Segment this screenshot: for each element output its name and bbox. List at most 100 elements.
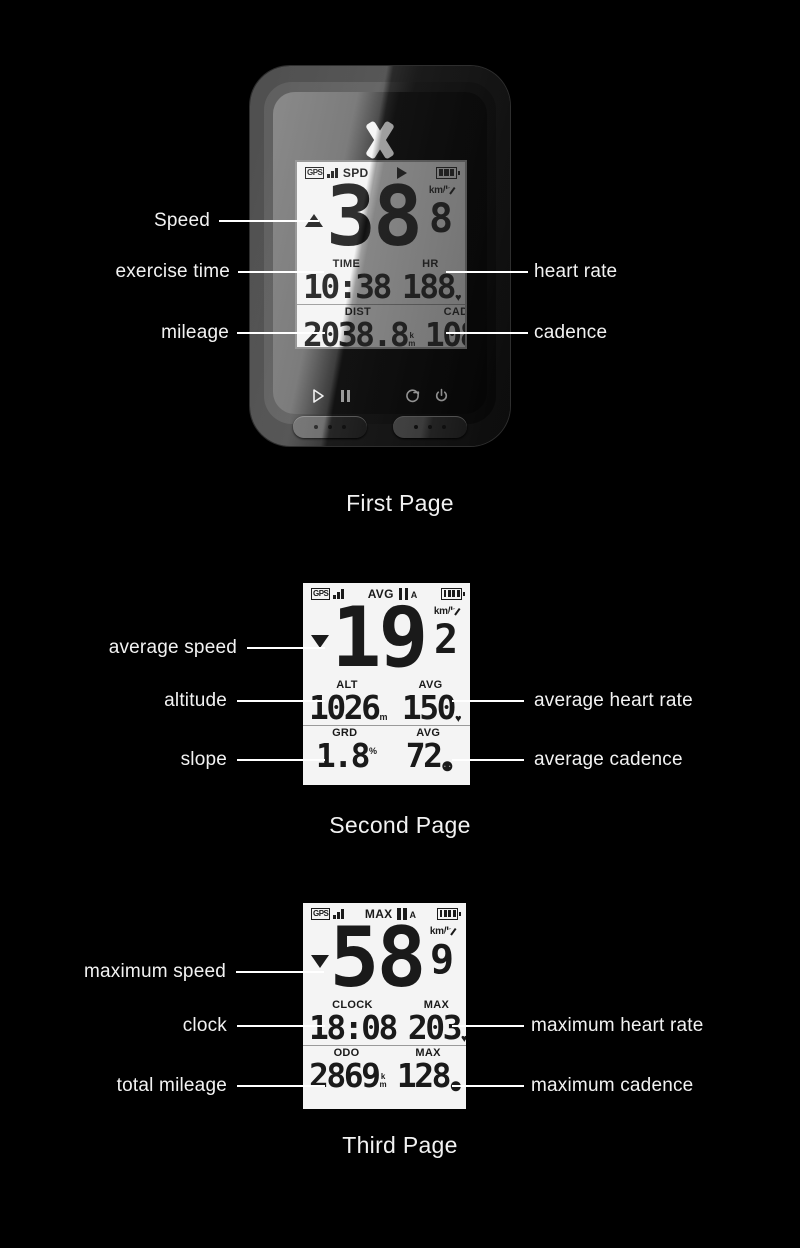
lcd-screen-third: GPS MAX A 58 km/h 9 CLOCK 18:08 MAX 203 … bbox=[303, 903, 466, 1109]
leader-line-mileage bbox=[237, 332, 325, 334]
heart-icon: ♥ bbox=[460, 1032, 466, 1045]
unit-percent: % bbox=[368, 746, 377, 757]
metric-cell-avg-cad: AVG 72 ⚉ bbox=[386, 724, 470, 775]
label-maximum-cadence: maximum cadence bbox=[531, 1075, 694, 1096]
label-cadence: cadence bbox=[534, 322, 608, 343]
metric-value: 1026 bbox=[309, 687, 381, 727]
metric-value-wrap: 128 ⚉ bbox=[396, 1055, 462, 1095]
speed-decimal: 2 bbox=[433, 617, 458, 663]
leader-line-exercise-time bbox=[238, 271, 324, 273]
metric-value-wrap: 2869 km bbox=[309, 1055, 386, 1095]
speed-unit-column: km/h 9 bbox=[424, 921, 458, 980]
metric-value: 203 bbox=[407, 1007, 463, 1047]
gps-icon: GPS bbox=[305, 166, 325, 179]
label-heart-rate: heart rate bbox=[534, 261, 618, 282]
metric-cell-time: TIME 10:38 bbox=[297, 257, 396, 304]
infographic-page: GPS SPD 38 km/h 8 TIME 10:38 HR 188 ♥ DI… bbox=[0, 0, 800, 1248]
battery-icon bbox=[437, 907, 461, 920]
leader-line-altitude bbox=[237, 700, 325, 702]
speed-row: 58 km/h 9 bbox=[303, 909, 466, 1006]
heart-icon: ♥ bbox=[454, 291, 462, 304]
x-logo bbox=[361, 120, 399, 160]
battery-icon bbox=[441, 587, 465, 600]
leader-line-average-cadence bbox=[452, 759, 524, 761]
metric-value: 128 bbox=[396, 1055, 452, 1095]
label-clock: clock bbox=[182, 1015, 227, 1036]
metric-value-wrap: 72 ⚉ bbox=[393, 735, 465, 775]
metric-cell-dist: DIST 2038.8 km bbox=[297, 303, 419, 347]
leader-line-speed bbox=[219, 220, 319, 222]
caption-second-page: Second Page bbox=[329, 812, 471, 838]
gps-icon: GPS bbox=[311, 907, 331, 920]
metric-value-wrap: 188 ♥ bbox=[401, 266, 462, 306]
bike-computer-device: GPS SPD 38 km/h 8 TIME 10:38 HR 188 ♥ DI… bbox=[250, 66, 510, 446]
metric-value: 1.8 bbox=[315, 735, 371, 775]
metric-value: 188 bbox=[401, 266, 457, 306]
metric-cell-max-hr: MAX 203 ♥ bbox=[402, 998, 466, 1045]
metric-value: 2869 bbox=[309, 1055, 381, 1095]
metric-value: 72 bbox=[405, 735, 443, 775]
play-icon bbox=[313, 389, 324, 403]
metric-value-wrap: 150 ♥ bbox=[397, 691, 464, 725]
metric-cell-hr: HR 188 ♥ bbox=[396, 257, 465, 304]
lcd-screen-first: GPS SPD 38 km/h 8 TIME 10:38 HR 188 ♥ DI… bbox=[297, 162, 465, 347]
unit-km: km bbox=[379, 1072, 386, 1090]
hardware-button-row bbox=[273, 416, 487, 438]
label-mileage: mileage bbox=[161, 322, 229, 343]
heart-icon: ♥ bbox=[455, 712, 462, 725]
refresh-icon bbox=[406, 389, 420, 403]
metric-value-wrap: 1.8 % bbox=[309, 735, 381, 775]
metric-cell-clock: CLOCK 18:08 bbox=[303, 998, 402, 1045]
metric-row-2: GRD 1.8 % AVG 72 ⚉ bbox=[303, 724, 470, 775]
right-hardware-button[interactable] bbox=[393, 416, 467, 438]
gps-icon: GPS bbox=[311, 587, 331, 600]
metric-value: 10:38 bbox=[303, 266, 392, 306]
leader-line-average-speed bbox=[247, 647, 325, 649]
label-exercise-time: exercise time bbox=[115, 261, 230, 282]
label-average-heart-rate: average heart rate bbox=[534, 690, 693, 711]
metric-value: 150 bbox=[401, 687, 457, 727]
label-altitude: altitude bbox=[164, 690, 227, 711]
left-hardware-button[interactable] bbox=[293, 416, 367, 438]
left-button-icons bbox=[311, 388, 352, 404]
crank-icon: ⚉ bbox=[441, 759, 454, 775]
label-slope: slope bbox=[180, 749, 227, 770]
speed-decimal: 9 bbox=[429, 937, 454, 983]
battery-icon bbox=[436, 166, 460, 179]
leader-line-average-heart-rate bbox=[452, 700, 524, 702]
label-average-speed: average speed bbox=[108, 637, 237, 658]
speed-row: 38 km/h 8 bbox=[297, 168, 465, 265]
caption-first-page: First Page bbox=[346, 490, 454, 516]
power-icon bbox=[435, 388, 448, 402]
leader-line-cadence bbox=[446, 332, 528, 334]
right-button-icons bbox=[404, 388, 449, 404]
trend-down-icon bbox=[311, 955, 329, 968]
label-speed: Speed bbox=[154, 210, 210, 231]
pause-icon bbox=[341, 390, 350, 402]
label-total-mileage: total mileage bbox=[116, 1075, 227, 1096]
speed-value: 38 bbox=[326, 168, 423, 265]
metric-row-1: ALT 1026 m AVG 150 ♥ bbox=[303, 678, 470, 725]
lcd-screen-second: GPS AVG A 19 km/h 2 ALT 1026 m AVG 150 ♥… bbox=[303, 583, 470, 785]
metric-cell-grd: GRD 1.8 % bbox=[303, 724, 387, 775]
leader-line-slope bbox=[237, 759, 325, 761]
unit-km: km bbox=[408, 331, 415, 347]
speed-value: 58 bbox=[329, 909, 427, 1006]
metric-row-1: CLOCK 18:08 MAX 203 ♥ bbox=[303, 998, 466, 1045]
speed-unit-column: km/h 8 bbox=[423, 180, 457, 239]
device-inner-bezel: GPS SPD 38 km/h 8 TIME 10:38 HR 188 ♥ DI… bbox=[264, 82, 496, 438]
speed-row: 19 km/h 2 bbox=[303, 589, 470, 686]
metric-cell-cad: CAD 108 ⚉ bbox=[418, 303, 465, 347]
metric-row-1: TIME 10:38 HR 188 ♥ bbox=[297, 257, 465, 304]
metric-row-2: ODO 2869 km MAX 128 ⚉ bbox=[303, 1044, 466, 1095]
leader-line-maximum-cadence bbox=[452, 1085, 524, 1087]
metric-value-wrap: 1026 m bbox=[309, 687, 387, 727]
leader-line-clock bbox=[237, 1025, 325, 1027]
speed-decimal: 8 bbox=[428, 196, 453, 242]
leader-line-heart-rate bbox=[446, 271, 528, 273]
leader-line-maximum-speed bbox=[236, 971, 324, 973]
speed-unit-column: km/h 2 bbox=[428, 601, 462, 660]
label-maximum-heart-rate: maximum heart rate bbox=[531, 1015, 704, 1036]
speed-value: 19 bbox=[331, 589, 429, 686]
metric-value-wrap: 203 ♥ bbox=[407, 1007, 466, 1047]
